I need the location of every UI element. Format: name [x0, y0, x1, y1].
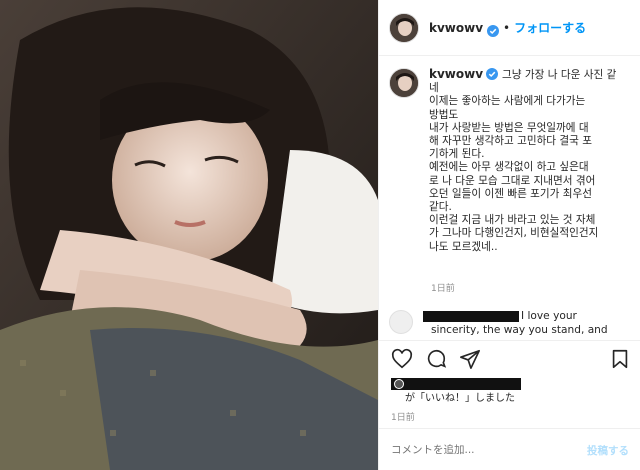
caption-line: 로 나 다운 모습 그대로 지내면서 겪어 — [429, 174, 596, 187]
caption-line: 이제는 좋아하는 사람에게 다가가는 — [429, 95, 586, 108]
comment-line: sincerity, the way you stand, and — [431, 323, 608, 336]
caption-line-text: 그냥 가장 나 다운 사진 같 — [502, 69, 617, 81]
share-icon[interactable] — [459, 348, 481, 370]
caption-line: 오던 일들이 이젠 빠른 포기가 최우선 — [429, 187, 593, 200]
caption-line: 예전에는 아무 생각없이 하고 싶은대 — [429, 161, 589, 174]
likes-text[interactable]: が「いいね！」しました — [405, 389, 515, 404]
separator-dot: • — [503, 20, 511, 35]
caption-line: 가 그나마 다행인건지, 비현실적인건지 — [429, 227, 599, 240]
username-link[interactable]: kvwowv — [429, 21, 483, 35]
comment-line: I love your — [521, 310, 577, 322]
verified-badge-icon — [487, 22, 500, 37]
caption-line: 방법도 — [429, 108, 459, 121]
caption-line: 이런걸 지금 내가 바라고 있는 것 자체 — [429, 214, 596, 227]
action-bar — [379, 340, 640, 376]
liker-avatar[interactable] — [394, 379, 404, 389]
bookmark-icon[interactable] — [609, 348, 631, 370]
caption-line: kvwowv 그냥 가장 나 다운 사진 같 — [429, 67, 629, 82]
caption-line: 기하게 된다. — [429, 148, 485, 161]
post-timestamp[interactable]: 1日前 — [391, 410, 415, 423]
post-photo[interactable] — [0, 0, 378, 470]
likes-summary: が「いいね！」しました — [391, 378, 631, 410]
caption-line: 내가 사랑받는 방법은 무엇일까에 대 — [429, 121, 589, 134]
heart-icon[interactable] — [391, 348, 413, 370]
photo-illustration — [0, 0, 378, 470]
follow-button[interactable]: フォローする — [514, 19, 586, 36]
caption-block: kvwowv 그냥 가장 나 다운 사진 같 네 이제는 좋아하는 사람에게 다가… — [389, 67, 635, 254]
caption-line: 네 — [429, 82, 439, 95]
add-comment-bar: 投稿する — [379, 428, 640, 470]
caption-username[interactable]: kvwowv — [429, 67, 483, 81]
verified-badge-icon — [486, 68, 499, 80]
avatar[interactable] — [389, 68, 419, 98]
caption-line: 같다. — [429, 201, 452, 214]
caption-timestamp[interactable]: 1日前 — [431, 281, 455, 294]
comment-input[interactable] — [391, 443, 581, 456]
comment-icon[interactable] — [425, 348, 447, 370]
post-header: kvwowv • フォローする — [379, 0, 640, 56]
comment-text: I love your sincerity, the way you stand… — [431, 310, 631, 337]
post-side-panel: kvwowv • フォローする kvwowv 그냥 가장 나 다운 사진 같 네 … — [378, 0, 640, 470]
post-comment-button[interactable]: 投稿する — [587, 443, 629, 458]
caption-line: 해 자꾸만 생각하고 고민하다 결국 포 — [429, 135, 593, 148]
caption-line: 나도 모르겠네.. — [429, 240, 498, 253]
caption-text: kvwowv 그냥 가장 나 다운 사진 같 네 이제는 좋아하는 사람에게 다가… — [429, 67, 629, 254]
avatar[interactable] — [389, 12, 419, 43]
avatar[interactable] — [389, 310, 413, 334]
